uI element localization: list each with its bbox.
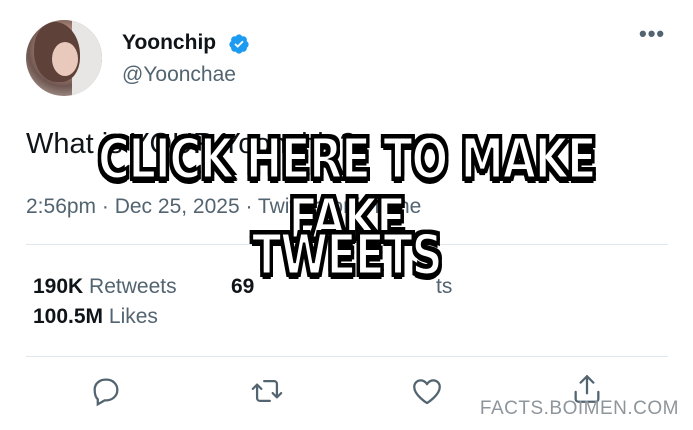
likes-stat[interactable]: 100.5M Likes xyxy=(33,305,158,329)
verified-badge-icon xyxy=(229,34,249,54)
reply-icon xyxy=(93,378,119,407)
avatar[interactable] xyxy=(26,20,102,96)
reply-button[interactable] xyxy=(89,374,123,408)
retweet-button[interactable] xyxy=(250,374,284,408)
display-name[interactable]: Yoonchip xyxy=(122,31,216,55)
likes-label: Likes xyxy=(108,305,158,328)
overlay-text-line2[interactable]: TWEETS xyxy=(76,224,617,287)
like-button[interactable] xyxy=(410,374,444,408)
likes-count: 100.5M xyxy=(33,305,104,328)
heart-icon xyxy=(413,379,441,405)
more-options-icon[interactable]: ••• xyxy=(639,23,665,45)
divider xyxy=(26,356,668,357)
retweet-icon xyxy=(251,379,283,403)
user-handle[interactable]: @Yoonchae xyxy=(122,63,236,87)
avatar-face xyxy=(52,42,78,76)
watermark: FACTS.BOIMEN.COM xyxy=(479,398,679,419)
